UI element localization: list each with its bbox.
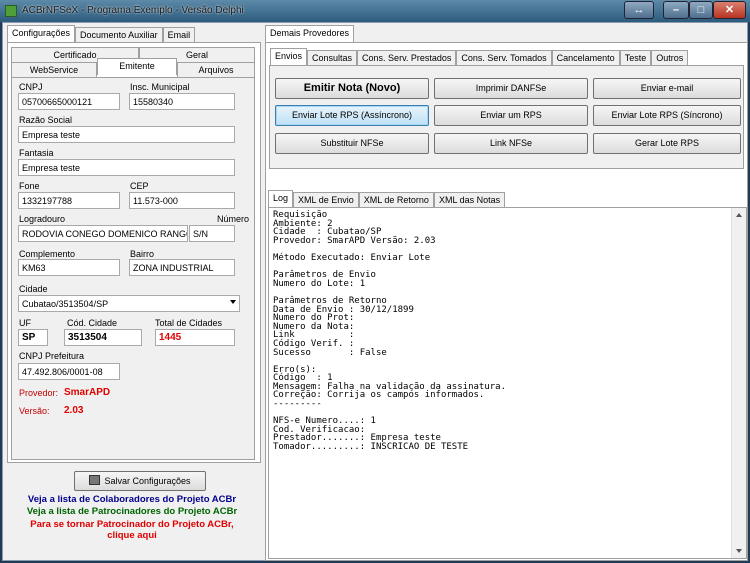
maximize-button[interactable]: □ — [689, 1, 713, 19]
complemento-field[interactable]: KM63 — [18, 259, 120, 276]
patrocinadores-link[interactable]: Veja a lista de Patrocinadores do Projet… — [3, 506, 261, 517]
versao-label: Versão: — [19, 406, 50, 416]
scroll-down-icon[interactable] — [736, 549, 742, 553]
numero-field[interactable]: S/N — [189, 225, 235, 242]
uf-field[interactable]: SP — [18, 329, 48, 346]
tab-documento-auxiliar[interactable]: Documento Auxiliar — [75, 27, 163, 42]
emitir-nota-button[interactable]: Emitir Nota (Novo) — [275, 78, 429, 99]
im-label: Insc. Municipal — [130, 82, 190, 92]
log-line: Método Executado: Enviar Lote — [273, 252, 431, 263]
log-line: Sucesso : False — [273, 347, 387, 358]
restore-icon[interactable]: ↔ — [624, 1, 654, 19]
cep-label: CEP — [130, 181, 149, 191]
left-tab-bar: Configurações Documento Auxiliar Email — [7, 25, 196, 42]
envios-button-area: Emitir Nota (Novo) Imprimir DANFSe Envia… — [269, 65, 744, 169]
tab-cons-serv-tomados[interactable]: Cons. Serv. Tomados — [456, 50, 552, 65]
title-bar: ACBrNFSeX - Programa Exemplo - Versão De… — [0, 0, 750, 22]
log-line: --------- — [273, 399, 322, 410]
substituir-nfse-button[interactable]: Substituir NFSe — [275, 133, 429, 154]
save-config-button[interactable]: Salvar Configurações — [74, 471, 206, 491]
tab-xml-notas[interactable]: XML das Notas — [433, 192, 506, 207]
fantasia-field[interactable]: Empresa teste — [18, 159, 235, 176]
right-outer-tab-bar: Demais Provedores — [265, 25, 355, 42]
razao-field[interactable]: Empresa teste — [18, 126, 235, 143]
im-field[interactable]: 15580340 — [129, 93, 235, 110]
tab-xml-envio[interactable]: XML de Envio — [293, 192, 359, 207]
tab-xml-retorno[interactable]: XML de Retorno — [358, 192, 434, 207]
log-text: Requisição Ambiente: 2 Cidade : Cubatao/SP… — [273, 211, 506, 452]
tab-teste[interactable]: Teste — [619, 50, 652, 65]
versao-value: 2.03 — [64, 405, 84, 416]
colaboradores-link[interactable]: Veja a lista de Colaboradores do Projeto… — [3, 494, 261, 505]
minimize-button[interactable]: – — [663, 1, 689, 19]
bairro-field[interactable]: ZONA INDUSTRIAL — [129, 259, 235, 276]
chevron-down-icon — [230, 300, 236, 304]
log-line: Provedor: SmarAPD Versão: 2.03 — [273, 235, 436, 246]
demais-provedores-panel: Envios Consultas Cons. Serv. Prestados C… — [265, 42, 748, 561]
cnpj-prefeitura-label: CNPJ Prefeitura — [19, 351, 85, 361]
provedor-label: Provedor: — [19, 388, 59, 398]
enviar-email-button[interactable]: Enviar e-mail — [593, 78, 741, 99]
scroll-up-icon[interactable] — [736, 213, 742, 217]
client-area: Configurações Documento Auxiliar Email C… — [2, 22, 748, 561]
provedor-value: SmarAPD — [64, 387, 111, 398]
log-line: Numero do Lote: 1 — [273, 278, 366, 289]
log-line: Tomador.........: INSCRICAO DE TESTE — [273, 442, 469, 453]
patrocinador-text: Para se tornar Patrocinador do Projeto A… — [30, 519, 234, 530]
tab-cons-serv-prestados[interactable]: Cons. Serv. Prestados — [357, 50, 457, 65]
close-button[interactable]: ✕ — [713, 1, 746, 19]
cod-cidade-label: Cód. Cidade — [67, 318, 118, 328]
uf-label: UF — [19, 318, 31, 328]
cidade-select[interactable]: Cubatao/3513504/SP — [18, 295, 240, 312]
complemento-label: Complemento — [19, 249, 76, 259]
clique-aqui-link[interactable]: clique aqui — [3, 530, 261, 541]
tab-log[interactable]: Log — [268, 190, 294, 207]
subtab-arquivos[interactable]: Arquivos — [177, 62, 255, 77]
cod-cidade-field[interactable]: 3513504 — [64, 329, 142, 346]
total-cidades-field: 1445 — [155, 329, 235, 346]
tab-envios[interactable]: Envios — [270, 48, 308, 65]
fone-field[interactable]: 1332197788 — [18, 192, 120, 209]
tab-configuracoes[interactable]: Configurações — [7, 25, 76, 42]
log-memo[interactable]: Requisição Ambiente: 2 Cidade : Cubatao/SP… — [268, 207, 747, 559]
enviar-um-rps-button[interactable]: Enviar um RPS — [434, 105, 588, 126]
tab-consultas[interactable]: Consultas — [307, 50, 358, 65]
tab-demais-provedores[interactable]: Demais Provedores — [265, 25, 355, 42]
logradouro-label: Logradouro — [19, 214, 66, 224]
config-panel: Certificado Geral WebService Emitente Ar… — [7, 42, 261, 463]
gerar-lote-button[interactable]: Gerar Lote RPS — [593, 133, 741, 154]
emitente-form: CNPJ 05700665000121 Insc. Municipal 1558… — [11, 77, 255, 460]
cep-field[interactable]: 11.573-000 — [129, 192, 235, 209]
cnpj-label: CNPJ — [19, 82, 43, 92]
imprimir-danfse-button[interactable]: Imprimir DANFSe — [434, 78, 588, 99]
cnpj-field[interactable]: 05700665000121 — [18, 93, 120, 110]
app-icon — [5, 5, 17, 17]
subtab-emitente[interactable]: Emitente — [97, 58, 177, 75]
subtab-webservice[interactable]: WebService — [11, 62, 97, 77]
razao-label: Razão Social — [19, 115, 73, 125]
cidade-value: Cubatao/3513504/SP — [22, 299, 109, 309]
envios-tab-bar: Envios Consultas Cons. Serv. Prestados C… — [270, 48, 689, 65]
enviar-lote-async-button[interactable]: Enviar Lote RPS (Assíncrono) — [275, 105, 429, 126]
enviar-lote-sync-button[interactable]: Enviar Lote RPS (Síncrono) — [593, 105, 741, 126]
link-nfse-button[interactable]: Link NFSe — [434, 133, 588, 154]
tab-outros[interactable]: Outros — [651, 50, 689, 65]
tab-cancelamento[interactable]: Cancelamento — [551, 50, 620, 65]
cidade-label: Cidade — [19, 284, 48, 294]
cnpj-prefeitura-field[interactable]: 47.492.806/0001-08 — [18, 363, 120, 380]
save-config-label: Salvar Configurações — [104, 476, 191, 486]
numero-label: Número — [217, 214, 250, 224]
logradouro-field[interactable]: RODOVIA CONEGO DOMENICO RANGO — [18, 225, 188, 242]
fone-label: Fone — [19, 181, 40, 191]
log-scrollbar[interactable] — [731, 208, 746, 558]
total-cidades-label: Total de Cidades — [155, 318, 223, 328]
tab-email[interactable]: Email — [162, 27, 196, 42]
log-tab-bar: Log XML de Envio XML de Retorno XML das … — [268, 190, 506, 207]
bairro-label: Bairro — [130, 249, 155, 259]
window-title: ACBrNFSeX - Programa Exemplo - Versão De… — [22, 5, 244, 16]
fantasia-label: Fantasia — [19, 148, 54, 158]
save-icon — [89, 475, 101, 485]
